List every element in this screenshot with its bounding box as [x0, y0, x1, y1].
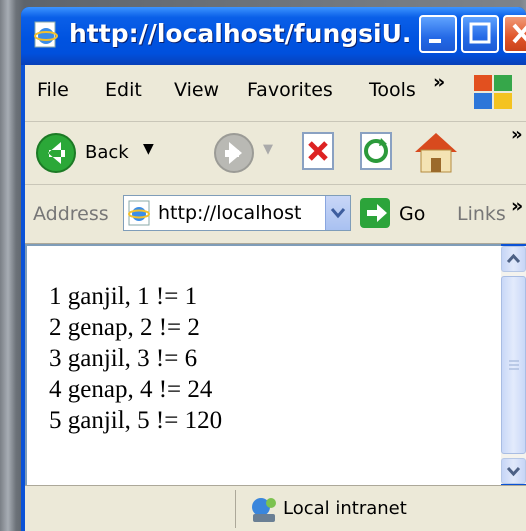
- menu-bar: File Edit View Favorites Tools »: [25, 65, 526, 122]
- maximize-icon: [469, 22, 491, 44]
- refresh-button[interactable]: [355, 130, 399, 174]
- scroll-down-button[interactable]: [501, 458, 526, 484]
- address-dropdown-button[interactable]: [325, 196, 350, 230]
- go-arrow-icon: [360, 198, 390, 228]
- scroll-up-button[interactable]: [501, 246, 526, 272]
- window-title: http://localhost/fungsiU...: [69, 19, 409, 48]
- ie-page-icon: [34, 21, 58, 48]
- browser-window: http://localhost/fungsiU... File Edit Vi…: [21, 7, 526, 531]
- output-line: 1 ganjil, 1 != 1: [49, 283, 198, 310]
- back-dropdown-arrow[interactable]: ▼: [143, 141, 154, 157]
- refresh-icon: [360, 132, 392, 170]
- address-url: http://localhost: [158, 202, 302, 224]
- close-button[interactable]: [503, 15, 526, 53]
- back-arrow-icon: [36, 133, 76, 173]
- minimize-button[interactable]: [419, 15, 457, 53]
- ie-page-icon: [128, 200, 150, 226]
- output-line: 2 genap, 2 != 2: [49, 314, 200, 341]
- stop-icon: [302, 132, 334, 170]
- output-line: 5 ganjil, 5 != 120: [49, 407, 223, 434]
- menu-view[interactable]: View: [174, 79, 219, 101]
- links-overflow-chevron[interactable]: »: [511, 195, 523, 217]
- local-intranet-icon: [252, 498, 276, 522]
- close-icon: [512, 23, 526, 44]
- minimize-icon: [429, 39, 441, 43]
- zone-label: Local intranet: [283, 498, 407, 519]
- menu-edit[interactable]: Edit: [105, 79, 142, 101]
- grip-icon: [509, 360, 519, 370]
- address-label: Address: [33, 203, 109, 225]
- status-divider: [235, 490, 236, 528]
- chevron-down-icon: [330, 208, 346, 219]
- output-lines: 1 ganjil, 1 != 1 2 genap, 2 != 2 3 ganji…: [49, 281, 222, 436]
- title-bar[interactable]: http://localhost/fungsiU...: [21, 7, 526, 65]
- back-button[interactable]: Back ▼: [35, 132, 185, 174]
- forward-button[interactable]: ▼: [213, 132, 283, 174]
- forward-dropdown-arrow[interactable]: ▼: [263, 142, 273, 157]
- address-field[interactable]: http://localhost: [123, 195, 351, 231]
- output-line: 4 genap, 4 != 24: [49, 376, 213, 403]
- standard-toolbar: Back ▼ ▼ »: [25, 122, 526, 185]
- menu-favorites[interactable]: Favorites: [247, 79, 333, 101]
- menu-tools[interactable]: Tools: [369, 79, 416, 101]
- go-button[interactable]: Go: [359, 197, 431, 231]
- page-content: 1 ganjil, 1 != 1 2 genap, 2 != 2 3 ganji…: [25, 244, 501, 486]
- chevron-up-icon: [506, 253, 521, 264]
- scroll-thumb[interactable]: [501, 276, 526, 454]
- output-line: 3 ganjil, 3 != 6: [49, 345, 198, 372]
- menu-overflow-chevron[interactable]: »: [433, 71, 445, 93]
- windows-logo-icon: [474, 75, 512, 109]
- back-label: Back: [85, 142, 129, 163]
- toolbar-overflow-chevron[interactable]: »: [511, 124, 523, 145]
- chevron-down-icon: [506, 466, 521, 477]
- home-icon: [415, 133, 457, 173]
- maximize-button[interactable]: [461, 15, 499, 53]
- forward-arrow-icon: [214, 133, 254, 173]
- links-label[interactable]: Links: [457, 203, 506, 225]
- stop-button[interactable]: [297, 130, 341, 174]
- address-bar: Address http://localhost Go Links »: [25, 185, 526, 244]
- menu-file[interactable]: File: [37, 79, 69, 101]
- status-bar: Local intranet: [25, 485, 526, 531]
- go-label: Go: [399, 203, 426, 225]
- vertical-scrollbar[interactable]: [501, 246, 526, 484]
- home-button[interactable]: [411, 128, 461, 176]
